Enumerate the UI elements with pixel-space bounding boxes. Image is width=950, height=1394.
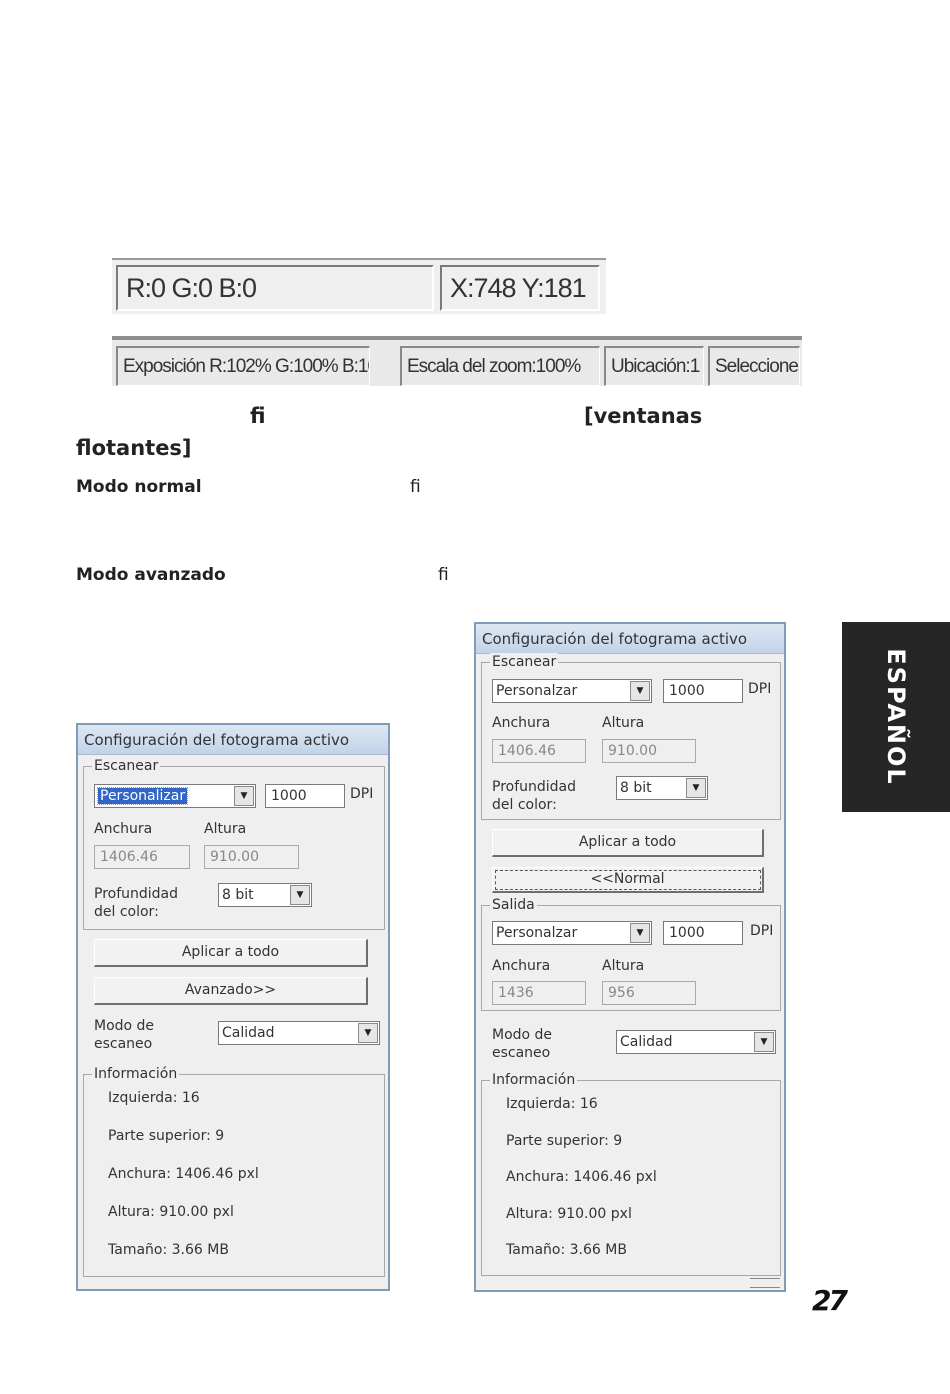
info-size: Tamaño: 3.66 MB <box>108 1242 229 1258</box>
color-depth-dropdown[interactable]: 8 bit ▼ <box>218 883 312 907</box>
scan-mode-label-2: escaneo <box>492 1045 551 1061</box>
width-field: 1406.46 <box>492 739 586 763</box>
color-depth-value: 8 bit <box>620 780 652 796</box>
selections-readout: Selecciones:1 <box>708 346 800 386</box>
output-preset-value: Personalzar <box>496 925 578 941</box>
dialog-advanced-mode: Configuración del fotograma activo Escan… <box>474 622 786 1292</box>
chevron-down-icon[interactable]: ▼ <box>630 923 650 943</box>
location-text: Ubicación:1 <box>611 355 700 377</box>
language-side-tab: ESPAÑOL <box>842 622 950 812</box>
dialog-title: Configuración del fotograma activo <box>476 624 784 654</box>
normal-mode-label: Modo normal <box>76 477 202 497</box>
info-left: Izquierda: 16 <box>506 1096 598 1112</box>
color-depth-label-2: del color: <box>492 797 557 813</box>
scan-group-label: Escanear <box>490 653 559 671</box>
apply-all-button[interactable]: Aplicar a todo <box>94 939 368 967</box>
scan-group-label: Escanear <box>92 757 161 775</box>
output-height-field: 956 <box>602 981 696 1005</box>
color-depth-label-1: Profundidad <box>492 779 577 795</box>
chevron-down-icon[interactable]: ▼ <box>630 681 650 701</box>
dpi-input[interactable]: 1000 <box>265 784 345 808</box>
dpi-label: DPI <box>748 681 772 697</box>
resize-grip-icon[interactable] <box>750 1278 780 1288</box>
chevron-down-icon[interactable]: ▼ <box>754 1032 774 1052</box>
scan-mode-value: Calidad <box>620 1034 673 1050</box>
scan-mode-label-1: Modo de <box>492 1027 553 1043</box>
height-field: 910.00 <box>602 739 696 763</box>
info-top: Parte superior: 9 <box>108 1128 225 1144</box>
rgb-readout-text: R:0 G:0 B:0 <box>126 272 257 303</box>
color-depth-dropdown[interactable]: 8 bit ▼ <box>616 776 708 800</box>
width-label: Anchura <box>94 821 153 837</box>
preset-value: Personalizar <box>96 787 189 805</box>
selections-text: Selecciones:1 <box>715 355 799 377</box>
location-readout: Ubicación:1 <box>604 346 704 386</box>
scan-mode-value: Calidad <box>222 1025 275 1041</box>
scan-mode-dropdown[interactable]: Calidad ▼ <box>616 1030 776 1054</box>
width-label: Anchura <box>492 715 551 731</box>
scan-mode-label-1: Modo de <box>94 1018 155 1034</box>
language-side-tab-label: ESPAÑOL <box>882 648 910 786</box>
output-dpi-input[interactable]: 1000 <box>663 921 743 945</box>
color-depth-label-2: del color: <box>94 904 159 920</box>
scan-mode-dropdown[interactable]: Calidad ▼ <box>218 1021 380 1045</box>
output-dpi-label: DPI <box>750 923 774 939</box>
chevron-down-icon[interactable]: ▼ <box>686 778 706 798</box>
preset-dropdown[interactable]: Personalzar ▼ <box>492 679 652 703</box>
chevron-down-icon[interactable]: ▼ <box>234 786 254 806</box>
advanced-mode-label: Modo avanzado <box>76 565 226 585</box>
zoom-readout: Escala del zoom:100% <box>400 346 600 386</box>
color-depth-value: 8 bit <box>222 887 254 903</box>
dpi-input[interactable]: 1000 <box>663 679 743 703</box>
info-height: Altura: 910.00 pxl <box>108 1204 234 1220</box>
width-field: 1406.46 <box>94 845 190 869</box>
info-height: Altura: 910.00 pxl <box>506 1206 632 1222</box>
advanced-mode-fragment: fi <box>438 565 449 585</box>
dialog-normal-mode: Configuración del fotograma activo Escan… <box>76 723 390 1291</box>
status-bar-info: Exposición R:102% G:100% B:100% Escala d… <box>112 336 802 386</box>
info-group-label: Información <box>490 1071 578 1089</box>
page-number: 27 <box>812 1284 848 1317</box>
exposure-readout: Exposición R:102% G:100% B:100% <box>116 346 370 386</box>
apply-all-button[interactable]: Aplicar a todo <box>492 829 764 857</box>
exposure-text: Exposición R:102% G:100% B:100% <box>123 355 369 377</box>
rgb-readout: R:0 G:0 B:0 <box>116 265 434 311</box>
preset-value: Personalzar <box>496 683 578 699</box>
dialog-title: Configuración del fotograma activo <box>78 725 388 755</box>
dpi-label: DPI <box>350 786 374 802</box>
xy-readout: X:748 Y:181 <box>440 265 600 311</box>
color-depth-label-1: Profundidad <box>94 886 179 902</box>
info-group-label: Información <box>92 1065 180 1083</box>
output-height-label: Altura <box>602 958 645 974</box>
heading-fragment-flotantes: flotantes] <box>76 436 192 460</box>
status-bar-coordinates: R:0 G:0 B:0 X:748 Y:181 <box>112 258 606 314</box>
height-label: Altura <box>204 821 247 837</box>
heading-fragment-fi: fi <box>250 404 266 428</box>
info-width: Anchura: 1406.46 pxl <box>108 1166 259 1182</box>
info-width: Anchura: 1406.46 pxl <box>506 1169 657 1185</box>
info-top: Parte superior: 9 <box>506 1133 623 1149</box>
xy-readout-text: X:748 Y:181 <box>450 272 587 303</box>
chevron-down-icon[interactable]: ▼ <box>358 1023 378 1043</box>
zoom-text: Escala del zoom:100% <box>407 355 581 377</box>
advanced-mode-button[interactable]: Avanzado>> <box>94 977 368 1005</box>
output-preset-dropdown[interactable]: Personalzar ▼ <box>492 921 652 945</box>
info-left: Izquierda: 16 <box>108 1090 200 1106</box>
info-size: Tamaño: 3.66 MB <box>506 1242 627 1258</box>
chevron-down-icon[interactable]: ▼ <box>290 885 310 905</box>
height-label: Altura <box>602 715 645 731</box>
scan-mode-label-2: escaneo <box>94 1036 153 1052</box>
output-width-field: 1436 <box>492 981 586 1005</box>
heading-fragment-ventanas: [ventanas <box>584 404 703 428</box>
preset-dropdown[interactable]: Personalizar ▼ <box>94 784 256 808</box>
output-width-label: Anchura <box>492 958 551 974</box>
normal-mode-fragment: fi <box>410 477 421 497</box>
normal-mode-button[interactable]: <<Normal <box>492 867 764 893</box>
output-group-label: Salida <box>490 896 537 914</box>
height-field: 910.00 <box>204 845 299 869</box>
